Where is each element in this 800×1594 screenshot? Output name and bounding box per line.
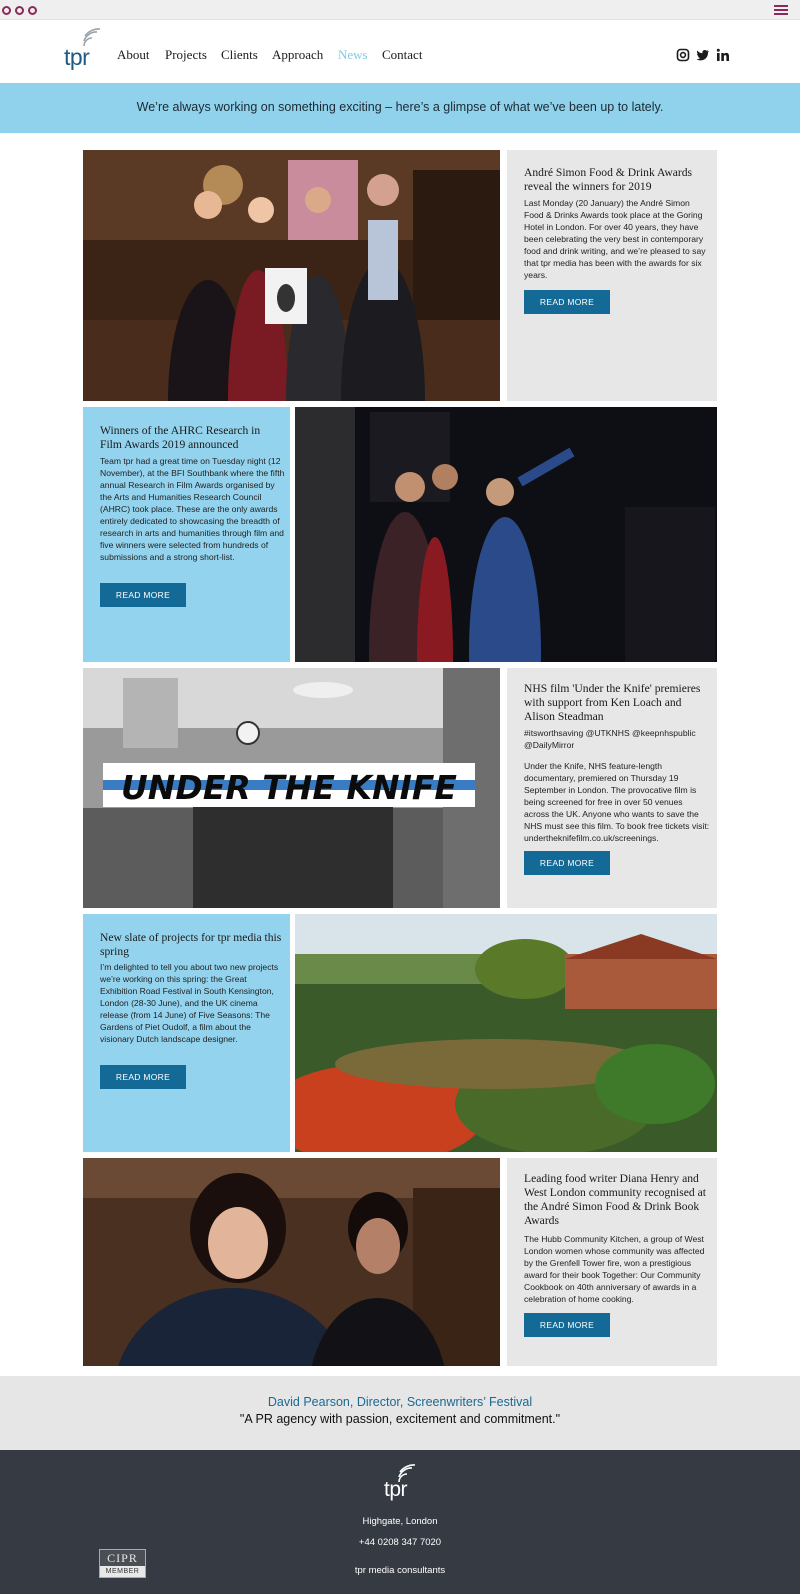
nav-projects[interactable]: Projects bbox=[165, 47, 207, 63]
site-footer: tpr Highgate, London +44 0208 347 7020 t… bbox=[0, 1450, 800, 1594]
window-controls bbox=[0, 6, 40, 16]
photo-selfie-group bbox=[295, 407, 717, 662]
menu-icon[interactable] bbox=[774, 5, 788, 16]
nav-contact[interactable]: Contact bbox=[382, 47, 422, 63]
news-title[interactable]: André Simon Food & Drink Awards reveal t… bbox=[524, 166, 708, 194]
tpr-logo[interactable]: tpr bbox=[64, 28, 104, 72]
circle-icon[interactable] bbox=[15, 6, 24, 15]
badge-top-text: CIPR bbox=[107, 1551, 138, 1565]
news-title[interactable]: Winners of the AHRC Research in Film Awa… bbox=[100, 424, 284, 452]
photo-film-poster: UNDER THE KNIFE bbox=[83, 668, 500, 908]
news-body: I’m delighted to tell you about two new … bbox=[100, 962, 279, 1044]
testimonial-quote: "A PR agency with passion, excitement an… bbox=[239, 1412, 561, 1426]
banner-text: We’re always working on something exciti… bbox=[136, 100, 664, 114]
footer-phone[interactable]: +44 0208 347 7020 bbox=[0, 1537, 800, 1548]
browser-bar bbox=[0, 0, 800, 20]
twitter-icon[interactable] bbox=[696, 48, 710, 62]
photo-people-awards bbox=[83, 150, 500, 401]
site-header: tpr About Projects Clients Approach News… bbox=[0, 20, 800, 83]
news-image-film-awards[interactable] bbox=[295, 407, 717, 662]
footer-location: Highgate, London bbox=[362, 1516, 438, 1527]
news-card: New slate of projects for tpr media this… bbox=[83, 914, 290, 1152]
news-body: Team tpr had a great time on Tuesday nig… bbox=[100, 456, 285, 562]
social-links bbox=[676, 48, 732, 64]
read-more-button[interactable]: READ MORE bbox=[524, 290, 610, 314]
nav-about[interactable]: About bbox=[117, 47, 150, 63]
news-image-awards-dinner[interactable] bbox=[83, 150, 500, 401]
poster-title: UNDER THE KNIFE bbox=[121, 768, 457, 807]
intro-banner: We’re always working on something exciti… bbox=[0, 83, 800, 133]
photo-two-women bbox=[83, 1158, 500, 1366]
testimonial-author: David Pearson, Director, Screenwriters’ … bbox=[267, 1395, 533, 1409]
testimonial: David Pearson, Director, Screenwriters’ … bbox=[0, 1376, 800, 1450]
read-more-button[interactable]: READ MORE bbox=[524, 851, 610, 875]
footer-logo[interactable]: tpr bbox=[381, 1464, 421, 1501]
news-title[interactable]: NHS film 'Under the Knife' premieres wit… bbox=[524, 682, 708, 724]
news-body: The Hubb Community Kitchen, a group of W… bbox=[524, 1234, 705, 1304]
badge-bottom-text: MEMBER bbox=[100, 1566, 145, 1577]
circle-icon[interactable] bbox=[28, 6, 37, 15]
nav-approach[interactable]: Approach bbox=[272, 47, 323, 63]
news-title[interactable]: Leading food writer Diana Henry and West… bbox=[524, 1172, 708, 1228]
read-more-button[interactable]: READ MORE bbox=[524, 1313, 610, 1337]
read-more-button[interactable]: READ MORE bbox=[100, 1065, 186, 1089]
news-card: Leading food writer Diana Henry and West… bbox=[507, 1158, 717, 1366]
news-image-book-awards[interactable] bbox=[83, 1158, 500, 1366]
news-card: Winners of the AHRC Research in Film Awa… bbox=[83, 407, 290, 662]
news-body: Under the Knife, NHS feature-length docu… bbox=[524, 761, 710, 843]
linkedin-icon[interactable] bbox=[716, 48, 730, 62]
news-image-under-the-knife[interactable]: UNDER THE KNIFE bbox=[83, 668, 500, 908]
news-tags: #itsworthsaving @UTKNHS @keepnhspublic @… bbox=[524, 728, 696, 750]
news-body: Last Monday (20 January) the André Simon… bbox=[524, 198, 706, 280]
circle-icon[interactable] bbox=[2, 6, 11, 15]
news-card: André Simon Food & Drink Awards reveal t… bbox=[507, 150, 717, 401]
footer-logo-text: tpr bbox=[384, 1478, 408, 1501]
news-title[interactable]: New slate of projects for tpr media this… bbox=[100, 931, 284, 959]
read-more-button[interactable]: READ MORE bbox=[100, 583, 186, 607]
cipr-member-badge: CIPR MEMBER bbox=[99, 1549, 146, 1578]
instagram-icon[interactable] bbox=[676, 48, 690, 62]
photo-garden-landscape bbox=[295, 914, 717, 1152]
news-image-garden[interactable] bbox=[295, 914, 717, 1152]
logo-text: tpr bbox=[64, 44, 90, 70]
nav-news[interactable]: News bbox=[338, 47, 368, 63]
news-card: NHS film 'Under the Knife' premieres wit… bbox=[507, 668, 717, 908]
nav-clients[interactable]: Clients bbox=[221, 47, 258, 63]
